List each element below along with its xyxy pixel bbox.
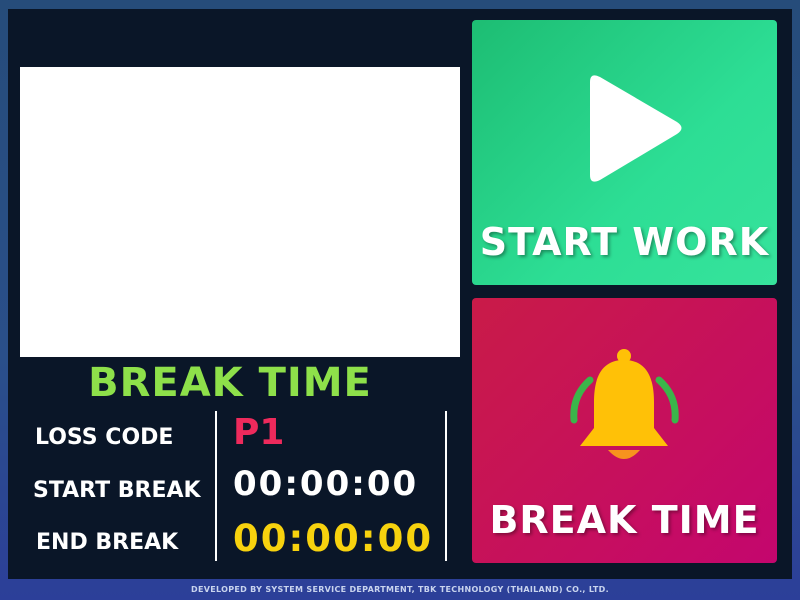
info-divider-right — [445, 411, 447, 561]
loss-code-label: LOSS CODE — [35, 425, 174, 450]
status-title: BREAK TIME — [88, 360, 372, 406]
footer-credit: DEVELOPED BY SYSTEM SERVICE DEPARTMENT, … — [191, 585, 609, 594]
start-work-button[interactable]: START WORK — [472, 20, 777, 285]
break-time-label: BREAK TIME — [489, 498, 760, 542]
bell-icon — [562, 346, 687, 471]
camera-view — [20, 67, 460, 357]
play-icon — [572, 70, 692, 195]
start-break-time: 00:00:00 — [233, 464, 419, 504]
break-time-button[interactable]: BREAK TIME — [472, 298, 777, 563]
start-work-label: START WORK — [479, 220, 770, 264]
info-divider-left — [215, 411, 217, 561]
end-break-time: 00:00:00 — [233, 517, 434, 560]
start-break-label: START BREAK — [33, 478, 201, 503]
end-break-label: END BREAK — [36, 530, 179, 555]
loss-code-value: P1 — [233, 412, 285, 453]
